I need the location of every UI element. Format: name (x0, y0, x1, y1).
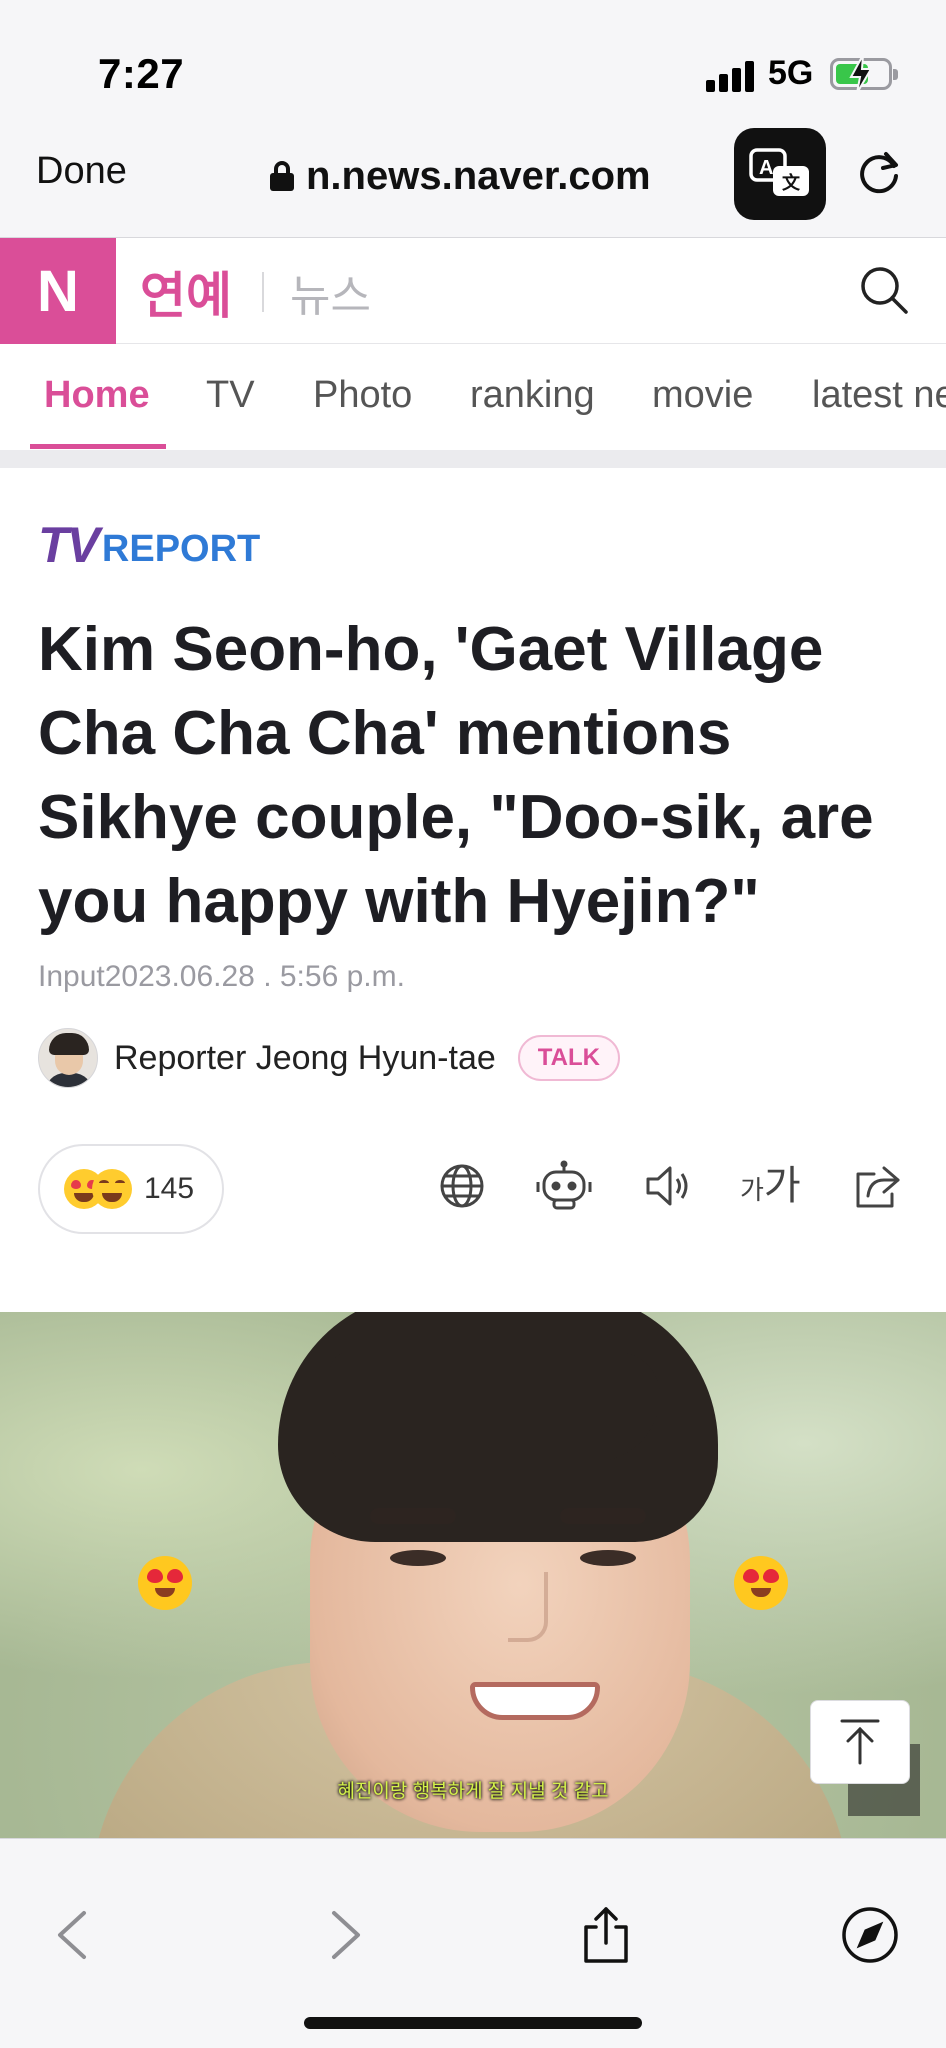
naver-logo[interactable]: N (0, 238, 116, 344)
tab-tv[interactable]: TV (206, 374, 255, 417)
article-input-date: Input2023.06.28 . 5:56 p.m. (38, 960, 405, 993)
reporter-row: Reporter Jeong Hyun-tae TALK (38, 1028, 620, 1088)
forward-icon[interactable] (314, 1905, 374, 1965)
robot-icon[interactable] (536, 1160, 592, 1212)
network-label: 5G (768, 54, 814, 92)
search-icon[interactable] (858, 264, 910, 316)
font-size-large-label: 가 (763, 1164, 801, 1208)
font-size-small-label: 가 (740, 1175, 764, 1205)
heart-eyes-emoji-icon (138, 1556, 192, 1610)
done-button[interactable]: Done (36, 150, 127, 193)
tab-ranking[interactable]: ranking (470, 374, 595, 417)
tab-home[interactable]: Home (44, 374, 150, 417)
heart-eyes-emoji-icon (734, 1556, 788, 1610)
url-bar[interactable]: n.news.naver.com (270, 146, 651, 206)
photo-caption: 혜진이랑 행복하게 잘 지낼 것 같고 (337, 1781, 609, 1802)
browser-bottom-toolbar (0, 1838, 946, 2048)
reaction-count: 145 (144, 1172, 195, 1205)
press-logo-report: REPORT (101, 528, 261, 570)
back-icon[interactable] (44, 1905, 104, 1965)
url-text: n.news.naver.com (306, 153, 651, 198)
reporter-name[interactable]: Reporter Jeong Hyun-tae (114, 1039, 496, 1078)
browser-top-chrome: 7:27 5G Done n.news.naver.com A 文 (0, 0, 946, 238)
tab-movie[interactable]: movie (652, 374, 753, 417)
category-tabs: Home TV Photo ranking movie latest news (0, 344, 946, 450)
speaker-icon[interactable] (642, 1160, 694, 1212)
section-subtitle[interactable]: 뉴스 (290, 260, 371, 324)
scroll-to-top-button[interactable] (810, 1700, 910, 1784)
share-icon[interactable] (576, 1905, 636, 1965)
section-divider-band (0, 450, 946, 468)
press-logo[interactable]: TV REPORT (38, 520, 260, 570)
article-headline: Kim Seon-ho, 'Gaet Village Cha Cha Cha' … (38, 615, 874, 936)
reaction-button[interactable]: 145 (38, 1144, 224, 1234)
section-title[interactable]: 연예 (140, 256, 232, 328)
avatar[interactable] (38, 1028, 98, 1088)
tab-latest-news[interactable]: latest news (812, 374, 946, 417)
compass-icon[interactable] (840, 1905, 900, 1965)
talk-button[interactable]: TALK (517, 1035, 620, 1081)
globe-icon[interactable] (436, 1160, 488, 1212)
translate-icon[interactable]: A 文 (734, 128, 826, 220)
signal-icon (706, 60, 756, 92)
battery-icon (830, 55, 898, 93)
press-logo-tv: TV (38, 517, 100, 573)
svg-text:文: 文 (782, 172, 801, 194)
site-header: N 연예 뉴스 (0, 238, 946, 344)
font-size-button[interactable]: 가가 (740, 1160, 801, 1216)
reload-icon[interactable] (852, 146, 906, 200)
section-divider (262, 272, 264, 312)
svg-text:A: A (759, 157, 773, 179)
status-time: 7:27 (98, 50, 185, 97)
home-indicator (304, 2017, 642, 2029)
active-tab-indicator (30, 444, 166, 449)
share-article-icon[interactable] (852, 1160, 904, 1212)
lock-icon (270, 161, 294, 191)
laughing-emoji-icon (92, 1169, 132, 1209)
tab-photo[interactable]: Photo (313, 374, 412, 417)
